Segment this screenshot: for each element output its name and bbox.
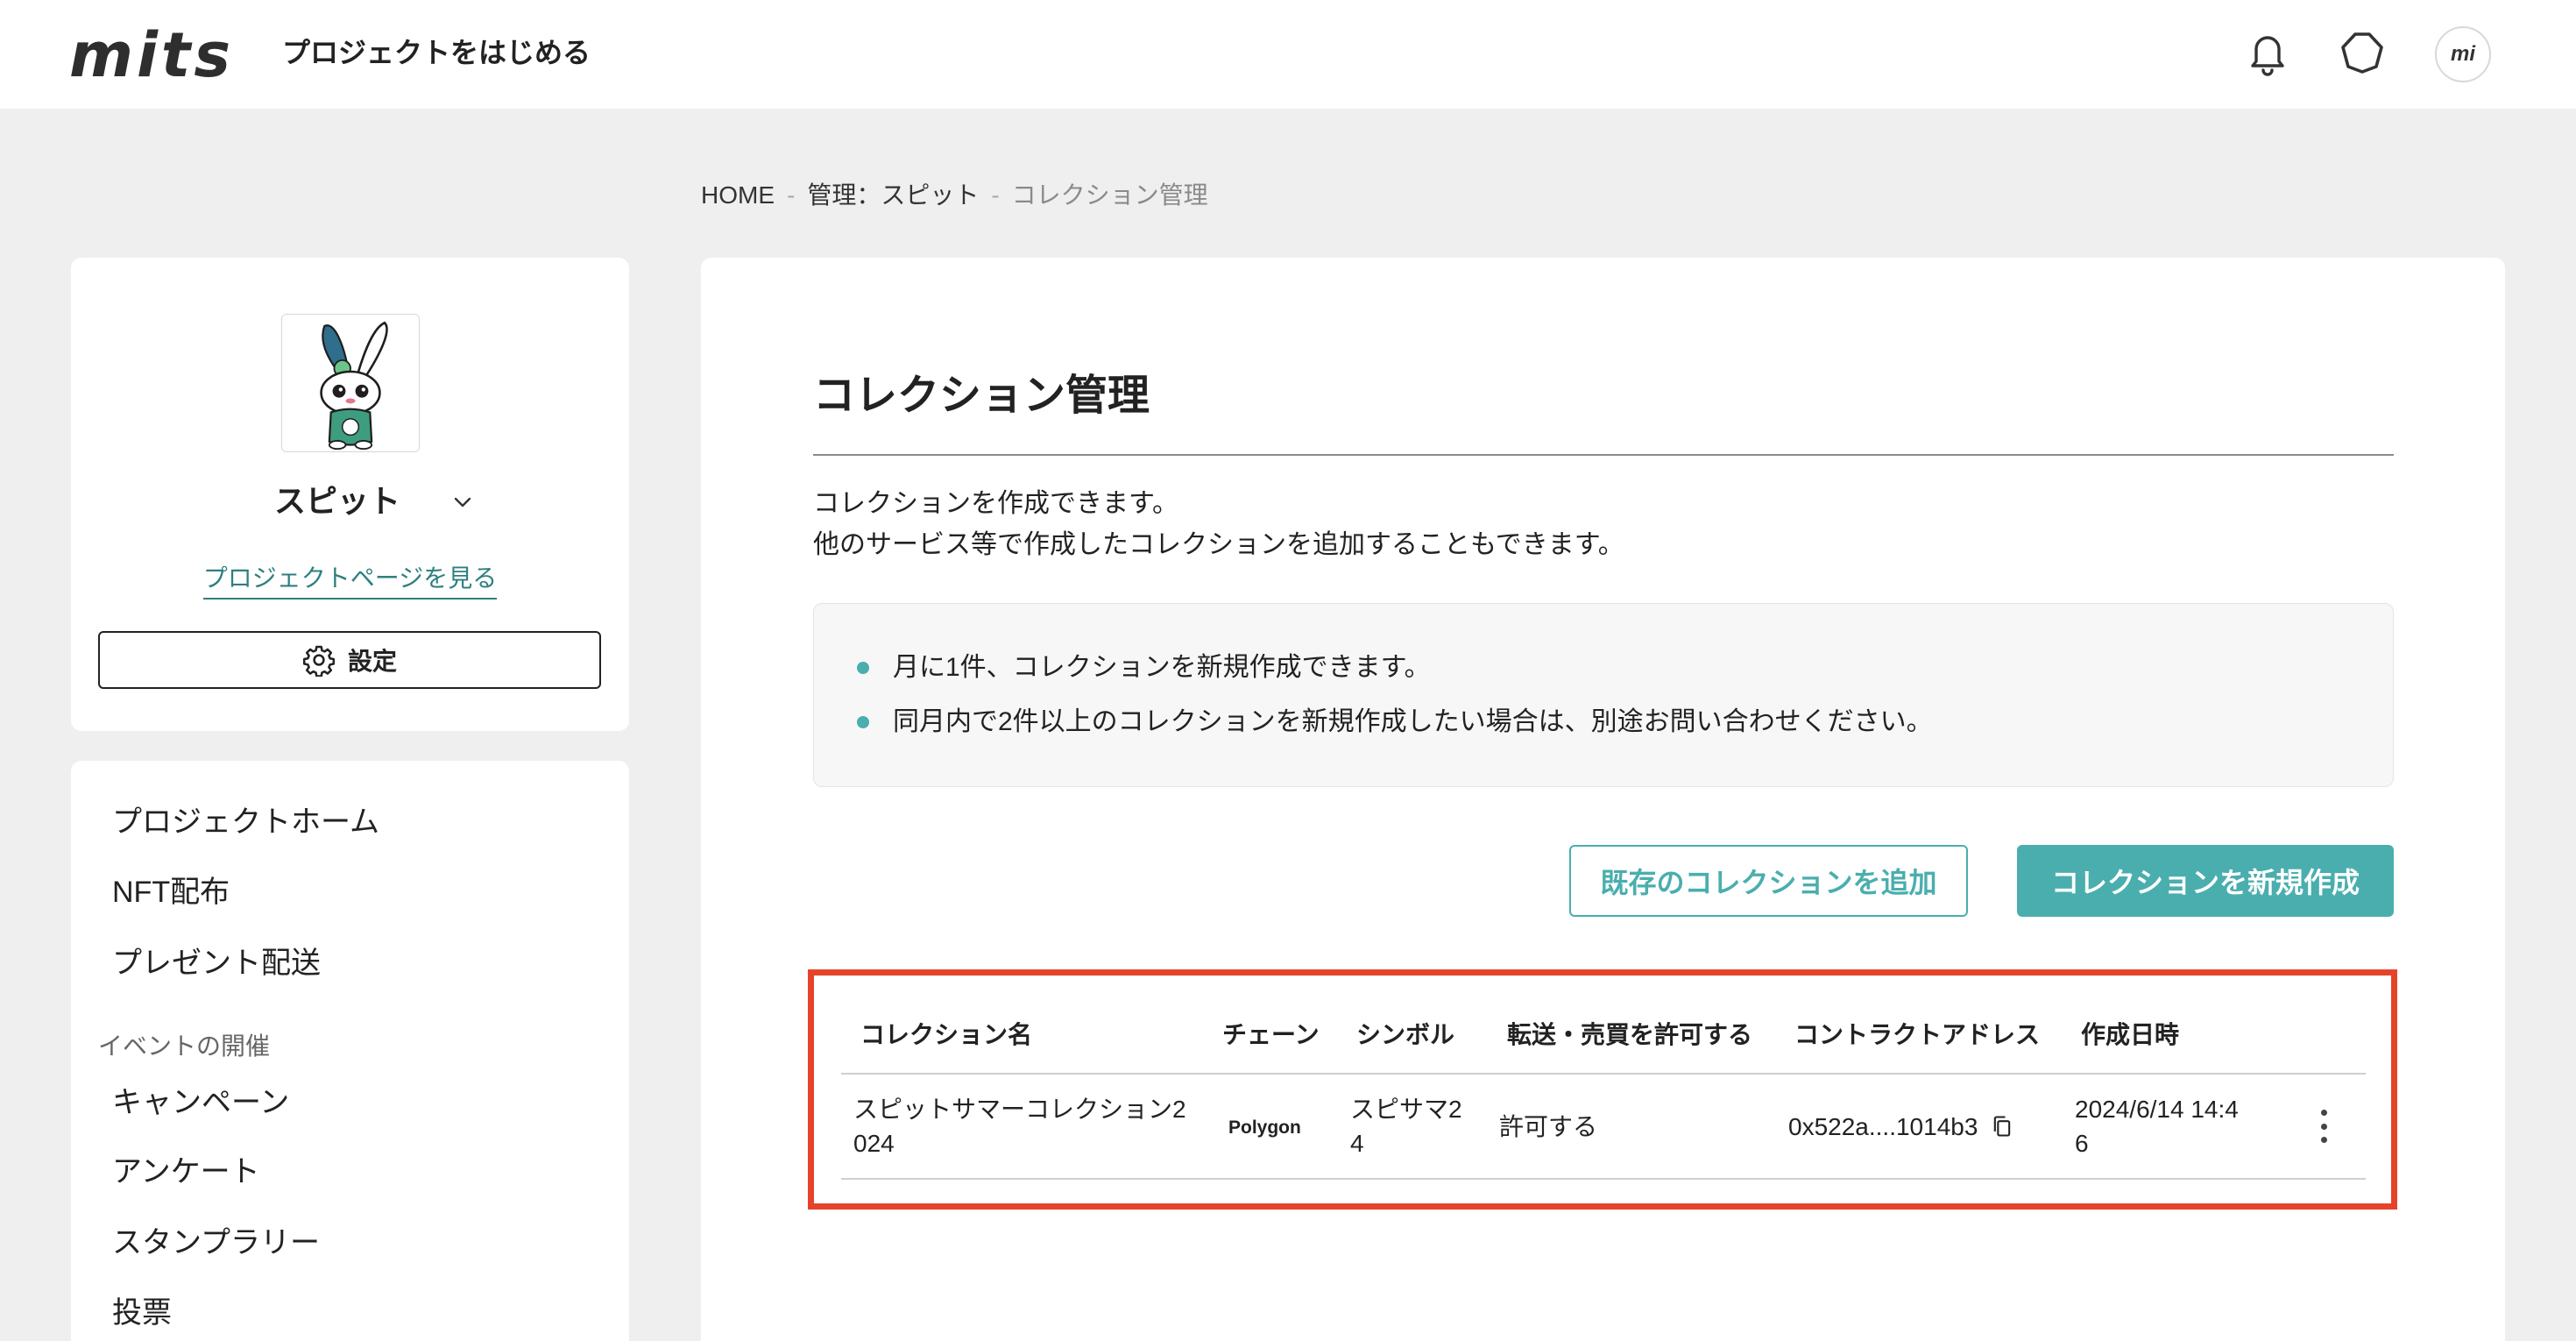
column-header-transfer: 転送・売買を許可する [1507, 1021, 1753, 1048]
more-options-icon[interactable] [2316, 1107, 2333, 1146]
mits-logo[interactable]: mits [69, 16, 234, 95]
page-description: コレクションを作成できます。 他のサービス等で作成したコレクションを追加すること… [813, 483, 1624, 565]
sidebar-section-events: イベントの開催 [98, 1032, 271, 1060]
notice-text: 同月内で2件以上のコレクションを新規作成したい場合は、別途お問い合わせください。 [893, 707, 1933, 736]
cell-contract-address: 0x522a....1014b3 [1788, 1110, 2081, 1144]
sidebar-item-present-delivery[interactable]: プレゼント配送 [112, 944, 321, 983]
contract-address-text: 0x522a....1014b3 [1788, 1112, 1978, 1140]
collection-name[interactable]: スピットサマーコレクション2024 [853, 1092, 1186, 1160]
breadcrumb: HOME - 管理：スピット - コレクション管理 [701, 179, 1208, 212]
sidebar-item-project-home[interactable]: プロジェクトホーム [112, 803, 379, 841]
copy-icon[interactable] [1990, 1114, 2014, 1139]
notice-item: 月に1件、コレクションを新規作成できます。 [814, 648, 2393, 688]
description-line: 他のサービス等で作成したコレクションを追加することもできます。 [813, 530, 1624, 559]
bell-icon[interactable] [2244, 28, 2291, 77]
chain-badge: Polygon [1228, 1118, 1301, 1138]
column-header-contract-address: コントラクトアドレス [1794, 1021, 2041, 1048]
column-header-name: コレクション名 [860, 1021, 1033, 1048]
sidebar-item-survey[interactable]: アンケート [112, 1153, 260, 1191]
create-collection-button[interactable]: コレクションを新規作成 [2017, 845, 2394, 917]
transfer-permission: 許可する [1499, 1112, 1598, 1140]
breadcrumb-separator: - [991, 181, 1000, 209]
column-header-created-at: 作成日時 [2081, 1021, 2180, 1048]
breadcrumb-home[interactable]: HOME [701, 181, 775, 209]
add-existing-collection-button[interactable]: 既存のコレクションを追加 [1569, 845, 1968, 917]
cell-symbol: スピサマ24 [1350, 1092, 1507, 1160]
user-avatar[interactable]: mi [2435, 26, 2491, 82]
cell-name: スピットサマーコレクション2024 [853, 1092, 1222, 1160]
bullet-dot [857, 716, 869, 728]
project-link-row: プロジェクトページを見る [71, 561, 629, 600]
column-header-chain: チェーン [1222, 1021, 1320, 1048]
collections-table: コレクション名 チェーン シンボル 転送・売買を許可する コントラクトアドレス … [841, 994, 2366, 1180]
hexagon-icon[interactable] [2339, 28, 2386, 77]
title-divider [813, 454, 2394, 456]
avatar-logo: mi [2450, 42, 2475, 66]
created-at: 2024/6/14 14:46 [2075, 1096, 2239, 1157]
view-project-page-link[interactable]: プロジェクトページを見る [202, 561, 498, 600]
notice-text: 月に1件、コレクションを新規作成できます。 [893, 653, 1431, 682]
cell-created-at: 2024/6/14 14:46 [2075, 1092, 2282, 1160]
sidebar-item-nft-distribution[interactable]: NFT配布 [112, 873, 230, 912]
top-header: mits プロジェクトをはじめる mi [0, 0, 2576, 109]
description-line: コレクションを作成できます。 [813, 489, 1178, 518]
project-card: スピット プロジェクトページを見る 設定 [71, 258, 629, 731]
breadcrumb-separator: - [787, 181, 796, 209]
notice-item: 同月内で2件以上のコレクションを新規作成したい場合は、別途お問い合わせください。 [814, 702, 2393, 742]
table-row[interactable]: スピットサマーコレクション2024 Polygon スピサマ24 許可する 0x… [841, 1075, 2366, 1180]
settings-button[interactable]: 設定 [98, 631, 601, 689]
start-project-link[interactable]: プロジェクトをはじめる [282, 33, 591, 72]
project-name[interactable]: スピット [274, 482, 400, 521]
chevron-down-icon[interactable] [451, 491, 474, 514]
cell-transfer: 許可する [1499, 1110, 1794, 1144]
gear-icon [302, 645, 336, 677]
sidebar-item-stamp-rally[interactable]: スタンプラリー [112, 1224, 320, 1262]
cell-chain: Polygon [1222, 1108, 1356, 1145]
notice-box: 月に1件、コレクションを新規作成できます。 同月内で2件以上のコレクションを新規… [813, 603, 2394, 787]
cell-actions [2282, 1107, 2366, 1146]
collection-management-panel: コレクション管理 コレクションを作成できます。 他のサービス等で作成したコレクシ… [701, 258, 2505, 1341]
sidebar-nav: プロジェクトホーム NFT配布 プレゼント配送 イベントの開催 キャンペーン ア… [71, 761, 629, 1341]
collection-symbol: スピサマ24 [1350, 1096, 1462, 1157]
table-header-row: コレクション名 チェーン シンボル 転送・売買を許可する コントラクトアドレス … [841, 994, 2366, 1075]
breadcrumb-current: コレクション管理 [1011, 181, 1208, 209]
column-header-symbol: シンボル [1356, 1021, 1455, 1048]
contract-address: 0x522a....1014b3 [1788, 1110, 2081, 1144]
settings-label: 設定 [347, 648, 397, 675]
page-title: コレクション管理 [813, 372, 1150, 419]
breadcrumb-project-admin[interactable]: 管理：スピット [807, 181, 979, 209]
project-avatar-image [281, 314, 420, 452]
sidebar-item-campaign[interactable]: キャンペーン [112, 1083, 289, 1122]
sidebar-item-vote[interactable]: 投票 [112, 1294, 172, 1332]
bullet-dot [857, 662, 869, 674]
